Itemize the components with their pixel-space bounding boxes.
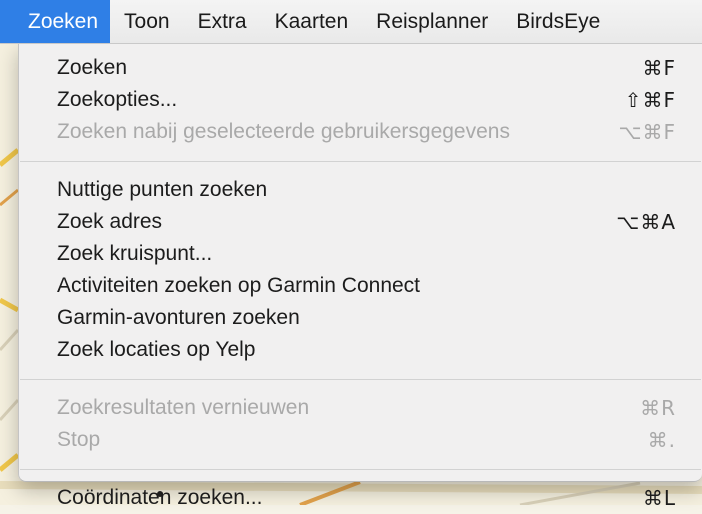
menu-item-shortcut: ⌘F: [642, 56, 676, 80]
zoeken-dropdown-menu: Zoeken ⌘F Zoekopties... ⇧⌘F Zoeken nabij ges…: [18, 44, 702, 510]
menu-item-shortcut: ⌘L: [642, 486, 676, 510]
menu-item-label: Zoeken nabij geselecteerde gebruikersgeg…: [57, 120, 510, 143]
menu-item-zoek-kruispunt[interactable]: Zoek kruispunt...: [19, 238, 702, 270]
menubar-item-kaarten[interactable]: Kaarten: [261, 0, 363, 43]
menu-item-stop: Stop ⌘.: [19, 424, 702, 456]
menu-item-label: Zoek adres: [57, 210, 163, 233]
menubar-item-reisplanner[interactable]: Reisplanner: [362, 0, 502, 43]
menu-item-shortcut: ⌥⌘F: [618, 120, 676, 144]
menu-item-shortcut: ⌘.: [647, 428, 676, 452]
menu-item-label: Coördinaten zoeken...: [57, 486, 263, 509]
menu-item-label: Nuttige punten zoeken: [57, 178, 268, 201]
menu-item-label: Zoekresultaten vernieuwen: [57, 396, 310, 419]
menu-item-shortcut: ⌘R: [640, 396, 676, 420]
menu-separator: [20, 469, 701, 470]
menu-item-zoekopties[interactable]: Zoekopties... ⇧⌘F: [19, 84, 702, 116]
menubar-item-extra[interactable]: Extra: [184, 0, 261, 43]
menu-item-shortcut: ⌥⌘A: [616, 210, 676, 234]
menu-item-nuttige-punten-zoeken[interactable]: Nuttige punten zoeken: [19, 174, 702, 206]
menu-separator: [20, 161, 701, 162]
menu-item-label: Activiteiten zoeken op Garmin Connect: [57, 274, 421, 297]
menu-item-zoeken[interactable]: Zoeken ⌘F: [19, 52, 702, 84]
menu-item-label: Zoek locaties op Yelp: [57, 338, 256, 361]
menu-separator: [20, 379, 701, 380]
menu-item-coordinaten-zoeken[interactable]: Coördinaten zoeken... ⌘L: [19, 482, 702, 514]
menu-item-label: Zoekopties...: [57, 88, 178, 111]
menu-bar: Zoeken Toon Extra Kaarten Reisplanner BirdsEy…: [0, 0, 702, 44]
menu-item-label: Stop: [57, 428, 101, 451]
menu-item-zoeken-nabij-geselecteerde-gebruikersgegevens: Zoeken nabij geselecteerde gebruikersgeg…: [19, 116, 702, 148]
menu-item-zoek-adres[interactable]: Zoek adres ⌥⌘A: [19, 206, 702, 238]
menu-item-label: Zoek kruispunt...: [57, 242, 213, 265]
menubar-item-toon[interactable]: Toon: [110, 0, 184, 43]
menu-item-label: Garmin-avonturen zoeken: [57, 306, 300, 329]
menubar-item-birdseye[interactable]: BirdsEye: [502, 0, 614, 43]
menu-item-activiteiten-zoeken-op-garmin-connect[interactable]: Activiteiten zoeken op Garmin Connect: [19, 270, 702, 302]
menu-item-zoekresultaten-vernieuwen: Zoekresultaten vernieuwen ⌘R: [19, 392, 702, 424]
menu-item-garmin-avonturen-zoeken[interactable]: Garmin-avonturen zoeken: [19, 302, 702, 334]
menu-item-zoek-locaties-op-yelp[interactable]: Zoek locaties op Yelp: [19, 334, 702, 366]
menubar-item-zoeken[interactable]: Zoeken: [0, 0, 111, 43]
menu-item-shortcut: ⇧⌘F: [624, 88, 676, 112]
menu-item-label: Zoeken: [57, 56, 128, 79]
